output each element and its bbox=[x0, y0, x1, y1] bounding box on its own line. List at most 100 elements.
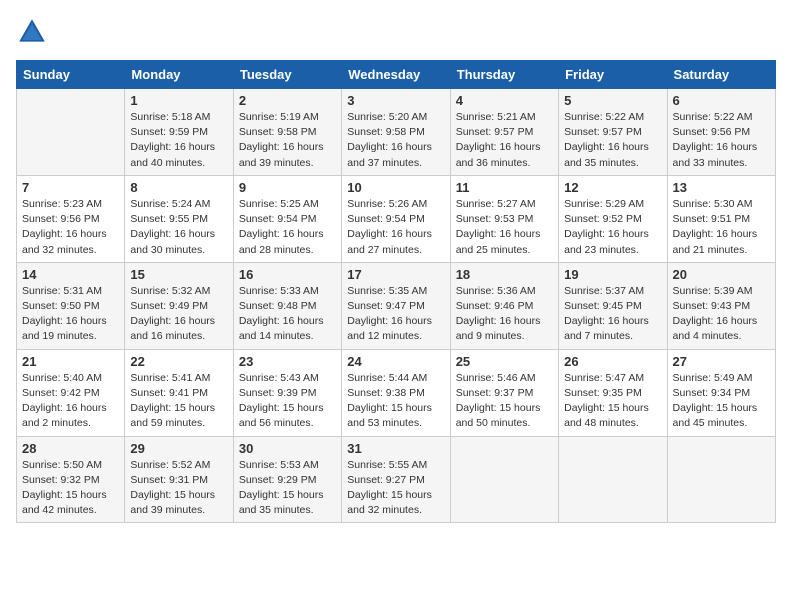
calendar-cell: 26Sunrise: 5:47 AM Sunset: 9:35 PM Dayli… bbox=[559, 349, 667, 436]
day-info: Sunrise: 5:30 AM Sunset: 9:51 PM Dayligh… bbox=[673, 197, 770, 258]
weekday-header-wednesday: Wednesday bbox=[342, 61, 450, 89]
calendar-cell: 11 Sunrise: 5:27 AM Sunset: 9:53 PM Dayli… bbox=[450, 175, 558, 262]
day-number: 18 bbox=[456, 267, 553, 282]
day-info: Sunrise: 5:26 AM Sunset: 9:54 PM Dayligh… bbox=[347, 197, 444, 258]
calendar-cell: 23 Sunrise: 5:43 AM Sunset: 9:39 PM Dayli… bbox=[233, 349, 341, 436]
calendar-cell: 15Sunrise: 5:32 AM Sunset: 9:49 PM Dayli… bbox=[125, 262, 233, 349]
day-number: 2 bbox=[239, 93, 336, 108]
day-info: Sunrise: 5:21 AM Sunset: 9:57 PM Dayligh… bbox=[456, 110, 553, 171]
day-info: Sunrise: 5:44 AM Sunset: 9:38 PM Dayligh… bbox=[347, 371, 444, 432]
calendar-cell: 17 Sunrise: 5:35 AM Sunset: 9:47 PM Dayli… bbox=[342, 262, 450, 349]
calendar-cell: 20 Sunrise: 5:39 AM Sunset: 9:43 PM Dayli… bbox=[667, 262, 775, 349]
day-info: Sunrise: 5:35 AM Sunset: 9:47 PM Dayligh… bbox=[347, 284, 444, 345]
day-info: Sunrise: 5:55 AM Sunset: 9:27 PM Dayligh… bbox=[347, 458, 444, 519]
day-info: Sunrise: 5:24 AM Sunset: 9:55 PM Dayligh… bbox=[130, 197, 227, 258]
day-number: 29 bbox=[130, 441, 227, 456]
calendar-cell bbox=[559, 436, 667, 523]
calendar-cell: 19 Sunrise: 5:37 AM Sunset: 9:45 PM Dayli… bbox=[559, 262, 667, 349]
weekday-header-row: SundayMondayTuesdayWednesdayThursdayFrid… bbox=[17, 61, 776, 89]
day-info: Sunrise: 5:22 AM Sunset: 9:57 PM Dayligh… bbox=[564, 110, 661, 171]
calendar-cell: 25 Sunrise: 5:46 AM Sunset: 9:37 PM Dayli… bbox=[450, 349, 558, 436]
calendar-cell: 8 Sunrise: 5:24 AM Sunset: 9:55 PM Daylig… bbox=[125, 175, 233, 262]
day-number: 11 bbox=[456, 180, 553, 195]
calendar-cell: 5 Sunrise: 5:22 AM Sunset: 9:57 PM Daylig… bbox=[559, 89, 667, 176]
calendar-cell: 24Sunrise: 5:44 AM Sunset: 9:38 PM Dayli… bbox=[342, 349, 450, 436]
calendar-cell: 3Sunrise: 5:20 AM Sunset: 9:58 PM Daylig… bbox=[342, 89, 450, 176]
calendar-cell bbox=[450, 436, 558, 523]
calendar-cell: 6Sunrise: 5:22 AM Sunset: 9:56 PM Daylig… bbox=[667, 89, 775, 176]
calendar-cell: 14 Sunrise: 5:31 AM Sunset: 9:50 PM Dayli… bbox=[17, 262, 125, 349]
calendar-cell: 21 Sunrise: 5:40 AM Sunset: 9:42 PM Dayli… bbox=[17, 349, 125, 436]
day-number: 31 bbox=[347, 441, 444, 456]
day-info: Sunrise: 5:52 AM Sunset: 9:31 PM Dayligh… bbox=[130, 458, 227, 519]
day-number: 3 bbox=[347, 93, 444, 108]
day-info: Sunrise: 5:22 AM Sunset: 9:56 PM Dayligh… bbox=[673, 110, 770, 171]
day-number: 4 bbox=[456, 93, 553, 108]
calendar-cell: 7 Sunrise: 5:23 AM Sunset: 9:56 PM Daylig… bbox=[17, 175, 125, 262]
day-info: Sunrise: 5:37 AM Sunset: 9:45 PM Dayligh… bbox=[564, 284, 661, 345]
day-number: 12 bbox=[564, 180, 661, 195]
day-info: Sunrise: 5:36 AM Sunset: 9:46 PM Dayligh… bbox=[456, 284, 553, 345]
day-number: 19 bbox=[564, 267, 661, 282]
day-info: Sunrise: 5:31 AM Sunset: 9:50 PM Dayligh… bbox=[22, 284, 119, 345]
day-number: 10 bbox=[347, 180, 444, 195]
calendar-cell: 18 Sunrise: 5:36 AM Sunset: 9:46 PM Dayli… bbox=[450, 262, 558, 349]
calendar-cell bbox=[17, 89, 125, 176]
day-number: 20 bbox=[673, 267, 770, 282]
day-number: 23 bbox=[239, 354, 336, 369]
calendar-cell: 28Sunrise: 5:50 AM Sunset: 9:32 PM Dayli… bbox=[17, 436, 125, 523]
calendar-cell bbox=[667, 436, 775, 523]
day-number: 1 bbox=[130, 93, 227, 108]
day-number: 15 bbox=[130, 267, 227, 282]
day-number: 9 bbox=[239, 180, 336, 195]
day-info: Sunrise: 5:39 AM Sunset: 9:43 PM Dayligh… bbox=[673, 284, 770, 345]
weekday-header-saturday: Saturday bbox=[667, 61, 775, 89]
day-number: 16 bbox=[239, 267, 336, 282]
day-number: 30 bbox=[239, 441, 336, 456]
day-info: Sunrise: 5:33 AM Sunset: 9:48 PM Dayligh… bbox=[239, 284, 336, 345]
calendar-cell: 1 Sunrise: 5:18 AM Sunset: 9:59 PM Daylig… bbox=[125, 89, 233, 176]
day-number: 14 bbox=[22, 267, 119, 282]
weekday-header-sunday: Sunday bbox=[17, 61, 125, 89]
day-info: Sunrise: 5:27 AM Sunset: 9:53 PM Dayligh… bbox=[456, 197, 553, 258]
day-number: 13 bbox=[673, 180, 770, 195]
calendar-cell: 31 Sunrise: 5:55 AM Sunset: 9:27 PM Dayli… bbox=[342, 436, 450, 523]
page-header bbox=[16, 16, 776, 48]
calendar-cell: 29 Sunrise: 5:52 AM Sunset: 9:31 PM Dayli… bbox=[125, 436, 233, 523]
day-info: Sunrise: 5:40 AM Sunset: 9:42 PM Dayligh… bbox=[22, 371, 119, 432]
day-number: 7 bbox=[22, 180, 119, 195]
calendar-cell: 10 Sunrise: 5:26 AM Sunset: 9:54 PM Dayli… bbox=[342, 175, 450, 262]
calendar-week-row: 14 Sunrise: 5:31 AM Sunset: 9:50 PM Dayli… bbox=[17, 262, 776, 349]
calendar-table: SundayMondayTuesdayWednesdayThursdayFrid… bbox=[16, 60, 776, 523]
logo bbox=[16, 16, 52, 48]
calendar-cell: 12Sunrise: 5:29 AM Sunset: 9:52 PM Dayli… bbox=[559, 175, 667, 262]
day-info: Sunrise: 5:41 AM Sunset: 9:41 PM Dayligh… bbox=[130, 371, 227, 432]
weekday-header-monday: Monday bbox=[125, 61, 233, 89]
calendar-week-row: 7 Sunrise: 5:23 AM Sunset: 9:56 PM Daylig… bbox=[17, 175, 776, 262]
day-number: 5 bbox=[564, 93, 661, 108]
day-info: Sunrise: 5:23 AM Sunset: 9:56 PM Dayligh… bbox=[22, 197, 119, 258]
day-number: 28 bbox=[22, 441, 119, 456]
day-info: Sunrise: 5:53 AM Sunset: 9:29 PM Dayligh… bbox=[239, 458, 336, 519]
logo-icon bbox=[16, 16, 48, 48]
day-number: 21 bbox=[22, 354, 119, 369]
calendar-cell: 16 Sunrise: 5:33 AM Sunset: 9:48 PM Dayli… bbox=[233, 262, 341, 349]
calendar-week-row: 21 Sunrise: 5:40 AM Sunset: 9:42 PM Dayli… bbox=[17, 349, 776, 436]
day-info: Sunrise: 5:46 AM Sunset: 9:37 PM Dayligh… bbox=[456, 371, 553, 432]
day-info: Sunrise: 5:19 AM Sunset: 9:58 PM Dayligh… bbox=[239, 110, 336, 171]
calendar-cell: 27 Sunrise: 5:49 AM Sunset: 9:34 PM Dayli… bbox=[667, 349, 775, 436]
weekday-header-friday: Friday bbox=[559, 61, 667, 89]
day-number: 27 bbox=[673, 354, 770, 369]
day-info: Sunrise: 5:49 AM Sunset: 9:34 PM Dayligh… bbox=[673, 371, 770, 432]
day-number: 17 bbox=[347, 267, 444, 282]
day-info: Sunrise: 5:25 AM Sunset: 9:54 PM Dayligh… bbox=[239, 197, 336, 258]
day-info: Sunrise: 5:43 AM Sunset: 9:39 PM Dayligh… bbox=[239, 371, 336, 432]
day-number: 8 bbox=[130, 180, 227, 195]
calendar-cell: 13 Sunrise: 5:30 AM Sunset: 9:51 PM Dayli… bbox=[667, 175, 775, 262]
calendar-cell: 22Sunrise: 5:41 AM Sunset: 9:41 PM Dayli… bbox=[125, 349, 233, 436]
calendar-week-row: 28Sunrise: 5:50 AM Sunset: 9:32 PM Dayli… bbox=[17, 436, 776, 523]
day-number: 25 bbox=[456, 354, 553, 369]
calendar-cell: 4 Sunrise: 5:21 AM Sunset: 9:57 PM Daylig… bbox=[450, 89, 558, 176]
day-info: Sunrise: 5:18 AM Sunset: 9:59 PM Dayligh… bbox=[130, 110, 227, 171]
calendar-cell: 9 Sunrise: 5:25 AM Sunset: 9:54 PM Daylig… bbox=[233, 175, 341, 262]
